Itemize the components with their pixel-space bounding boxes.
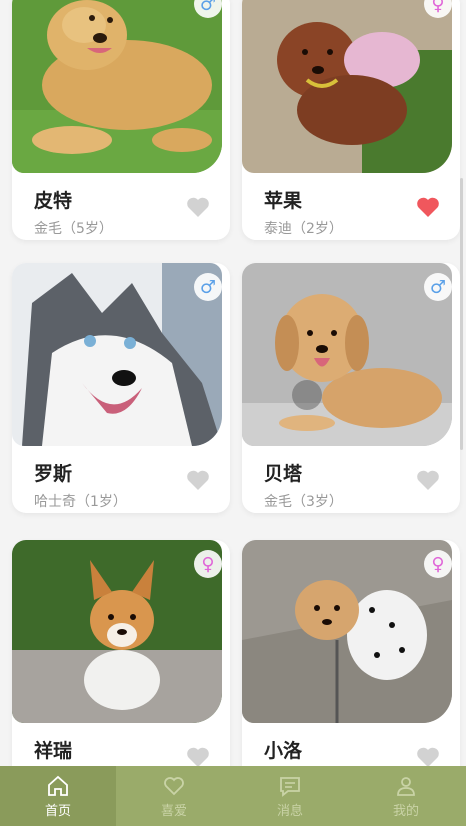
pet-photo <box>242 540 452 723</box>
tab-label: 消息 <box>276 803 303 819</box>
tab-favorites[interactable]: 喜爱 <box>116 766 232 826</box>
pet-photo <box>12 540 222 723</box>
pet-breed-age: 泰迪（2岁） <box>264 221 343 237</box>
pet-card[interactable]: ♂ 贝塔 金毛（3岁） <box>242 263 460 513</box>
pet-name: 小洛 <box>264 740 303 762</box>
pet-photo <box>242 0 452 173</box>
tab-messages[interactable]: 消息 <box>232 766 348 826</box>
gender-female-icon: ♀ <box>194 550 222 578</box>
home-icon <box>48 775 68 796</box>
pet-breed-age: 金毛（3岁） <box>264 494 343 510</box>
gender-female-icon: ♀ <box>424 550 452 578</box>
touch-indicator <box>292 380 322 410</box>
heart-icon[interactable] <box>186 469 210 491</box>
tab-home[interactable]: 首页 <box>0 766 116 826</box>
pet-name: 贝塔 <box>264 463 303 485</box>
pet-photo <box>242 263 452 446</box>
heart-icon[interactable] <box>416 746 440 768</box>
pet-name: 皮特 <box>34 190 73 212</box>
heart-icon <box>164 776 184 795</box>
gender-male-icon: ♂ <box>424 273 452 301</box>
bottom-tab-bar: 首页 喜爱 消息 我的 <box>0 766 466 826</box>
gender-male-icon: ♂ <box>194 273 222 301</box>
heart-icon[interactable] <box>416 196 440 218</box>
user-icon <box>397 776 415 796</box>
pet-card[interactable]: ♀ 苹果 泰迪（2岁） <box>242 0 460 240</box>
pet-photo <box>12 0 222 173</box>
pet-photo <box>12 263 222 446</box>
pet-card[interactable]: ♂ 皮特 金毛（5岁） <box>12 0 230 240</box>
pet-card[interactable]: ♀ 小洛 <box>242 540 460 790</box>
tab-label: 我的 <box>392 803 419 819</box>
tab-label: 首页 <box>44 803 71 819</box>
pet-name: 祥瑞 <box>34 740 73 762</box>
tab-label: 喜爱 <box>160 803 187 819</box>
pet-name: 罗斯 <box>34 463 73 485</box>
message-icon <box>280 776 300 797</box>
scrollbar[interactable] <box>460 178 463 450</box>
pet-breed-age: 哈士奇（1岁） <box>34 494 127 510</box>
pet-card[interactable]: ♂ 罗斯 哈士奇（1岁） <box>12 263 230 513</box>
pet-breed-age: 金毛（5岁） <box>34 221 113 237</box>
pet-name: 苹果 <box>264 190 303 212</box>
heart-icon[interactable] <box>186 196 210 218</box>
heart-icon[interactable] <box>416 469 440 491</box>
tab-profile[interactable]: 我的 <box>348 766 464 826</box>
pet-card[interactable]: ♀ 祥瑞 <box>12 540 230 790</box>
heart-icon[interactable] <box>186 746 210 768</box>
